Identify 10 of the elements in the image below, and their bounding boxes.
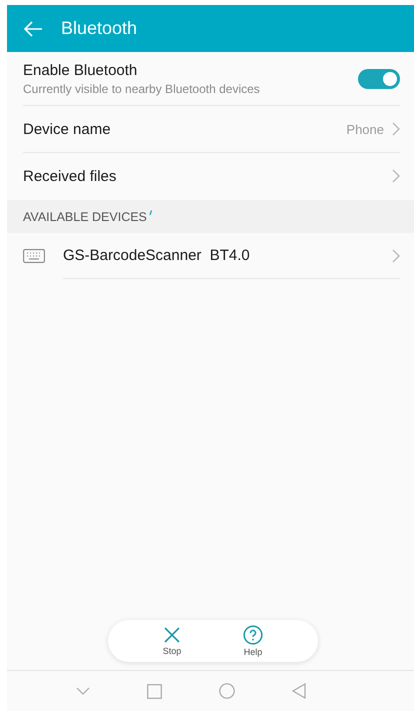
setting-label: Enable Bluetooth (23, 62, 138, 78)
device-item[interactable]: GS-BarcodeScanner BT4.0 (7, 233, 414, 278)
setting-description: Currently visible to nearby Bluetooth devices (23, 82, 261, 96)
section-heading: AVAILABLE DEVICES (23, 210, 147, 224)
setting-label: Device name (23, 120, 112, 138)
help-button[interactable]: Help (233, 625, 273, 657)
stop-button[interactable]: Stop (152, 626, 192, 656)
screen-title: Bluetooth (61, 18, 138, 39)
setting-value: Phone (346, 122, 384, 136)
setting-label: Received files (23, 168, 118, 184)
